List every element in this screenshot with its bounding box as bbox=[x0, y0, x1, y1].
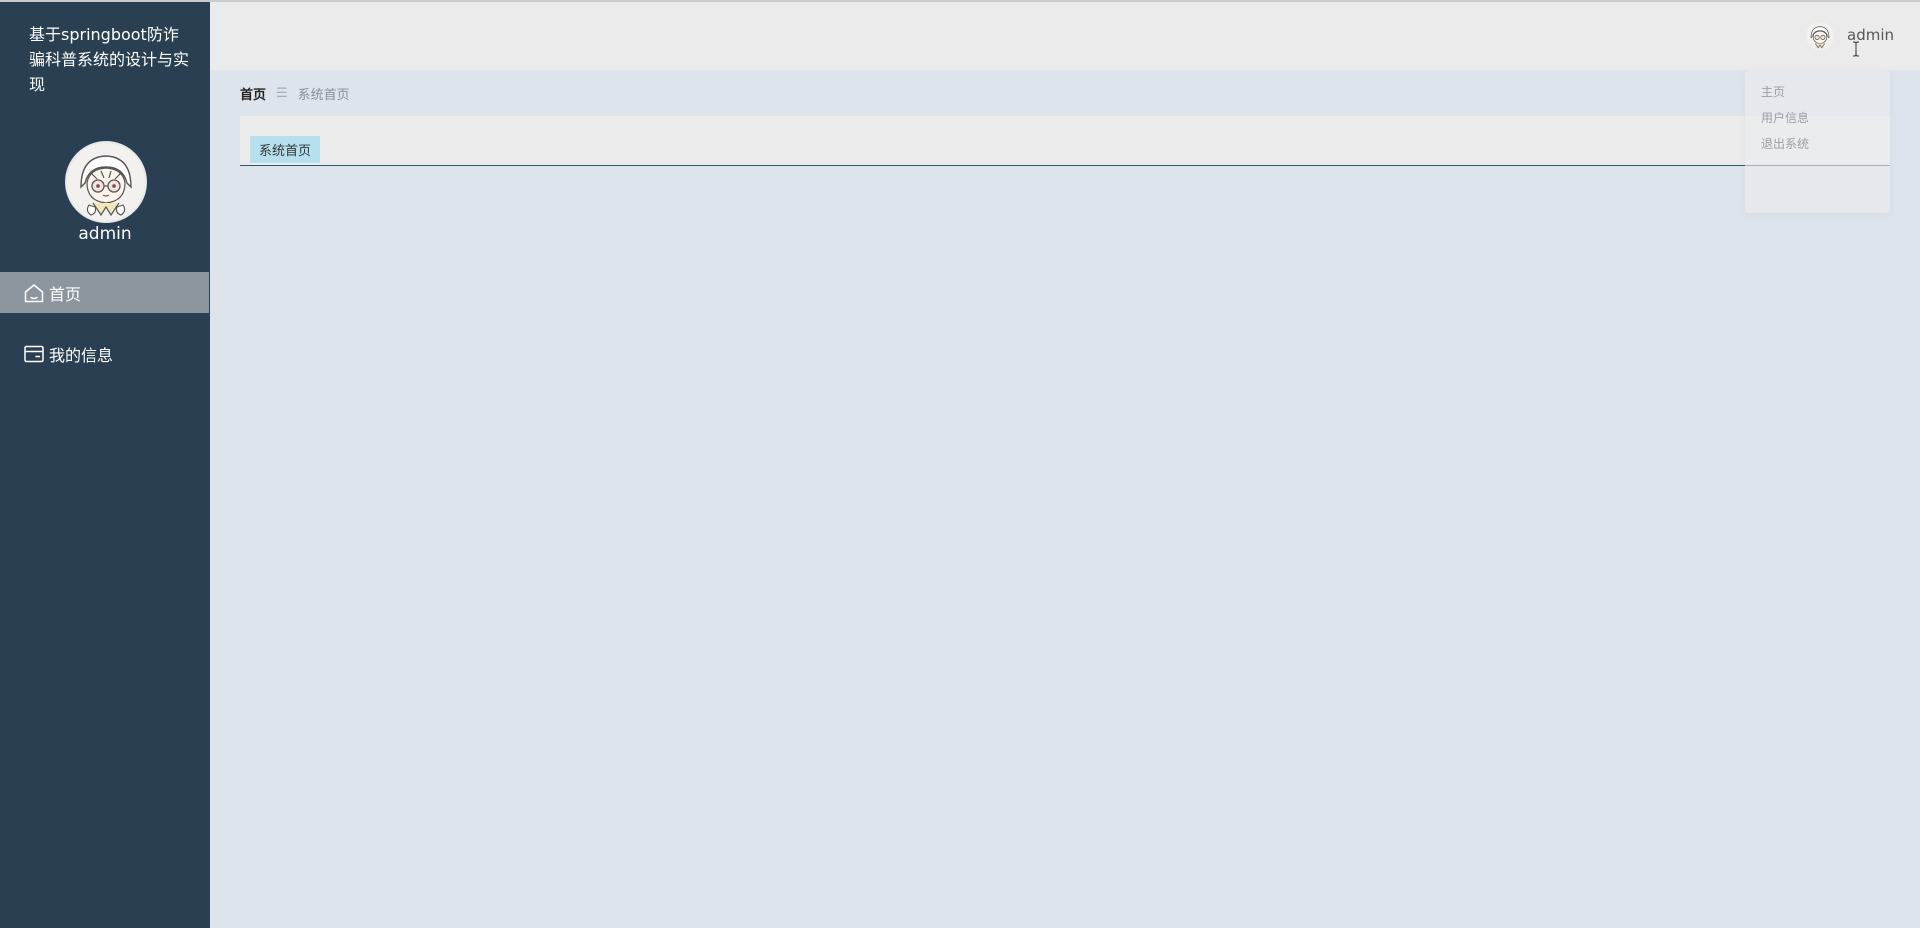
dropdown-item-logout[interactable]: 退出系统 bbox=[1761, 135, 1809, 152]
app-title: 基于springboot防诈骗科普系统的设计与实现 bbox=[29, 25, 190, 94]
sidebar-nav: 首页 我的信息 bbox=[0, 272, 210, 374]
breadcrumb-current: 系统首页 bbox=[297, 88, 350, 103]
sidebar-item-label: 首页 bbox=[49, 284, 82, 304]
menu-lines-icon: ☰ bbox=[276, 86, 288, 101]
avatar-illustration bbox=[67, 143, 145, 221]
dropdown-item-home[interactable]: 主页 bbox=[1761, 83, 1785, 100]
top-header bbox=[210, 2, 1920, 70]
user-dropdown-menu: 主页 用户信息 退出系统 bbox=[1745, 70, 1890, 213]
sidebar-username: admin bbox=[78, 224, 132, 244]
home-icon bbox=[23, 282, 45, 304]
breadcrumb-home[interactable]: 首页 bbox=[240, 84, 266, 103]
avatar bbox=[65, 141, 147, 223]
tab-system-home[interactable]: 系统首页 bbox=[250, 136, 321, 163]
header-avatar[interactable] bbox=[1806, 22, 1834, 50]
breadcrumb: 首页 ☰ 系统首页 bbox=[240, 84, 350, 103]
avatar-illustration bbox=[1806, 22, 1834, 50]
text-cursor-icon bbox=[1853, 41, 1859, 57]
tabs-bar: 系统首页 bbox=[240, 116, 1890, 166]
sidebar-item-label: 我的信息 bbox=[49, 345, 114, 365]
card-icon bbox=[23, 343, 45, 365]
sidebar-item-home[interactable]: 首页 bbox=[0, 272, 209, 313]
dropdown-item-user-info[interactable]: 用户信息 bbox=[1761, 109, 1809, 126]
sidebar: 基于springboot防诈骗科普系统的设计与实现 admin 首页 我的信息 bbox=[0, 2, 210, 928]
sidebar-item-my-info[interactable]: 我的信息 bbox=[0, 333, 209, 374]
